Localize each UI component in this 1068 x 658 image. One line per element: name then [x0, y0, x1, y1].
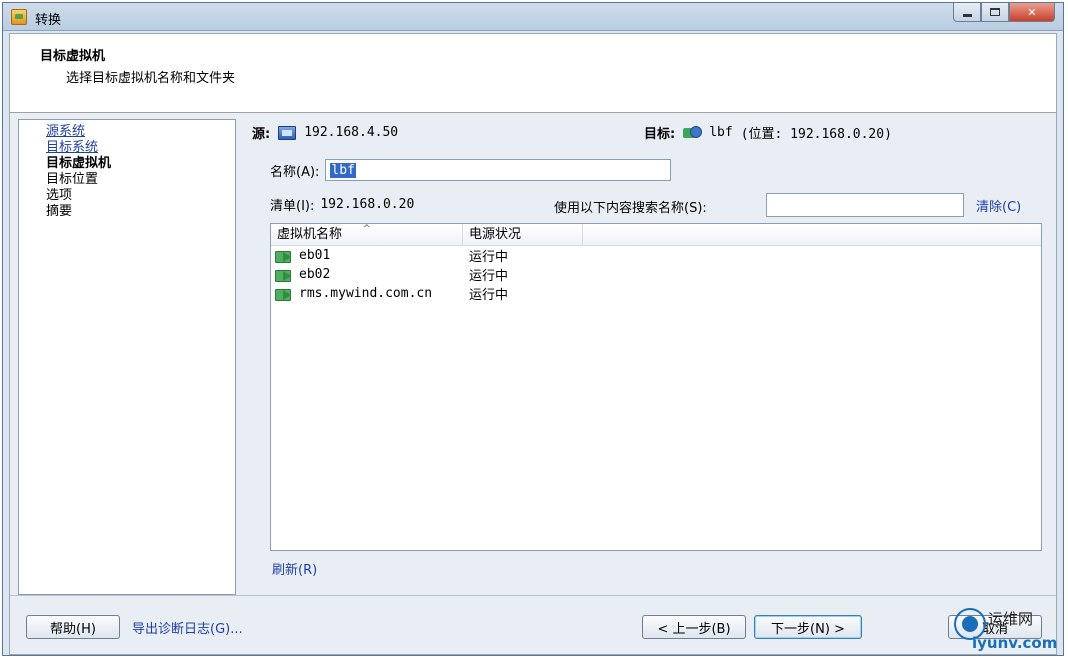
vm-name-input[interactable]: lbf	[325, 159, 672, 181]
vm-name-cell: eb02	[271, 267, 463, 282]
close-icon: ✕	[1027, 5, 1037, 19]
watermark-text-cn: 运维网	[988, 610, 1034, 628]
vm-host-icon	[683, 125, 703, 140]
vm-name-value: lbf	[330, 162, 356, 178]
target-info: 目标: lbf (位置: 192.168.0.20)	[644, 123, 892, 142]
vm-table-header: 虚拟机名称 ^ 电源状况	[271, 224, 1041, 246]
nav-step-summary: 摘要	[46, 204, 73, 219]
power-state-cell: 运行中	[469, 288, 509, 303]
vm-name-text: eb02	[299, 267, 331, 282]
inventory-label: 清单(I):	[270, 199, 315, 214]
source-info: 源: 192.168.4.50	[252, 123, 398, 142]
search-label: 使用以下内容搜索名称(S):	[554, 201, 707, 216]
wizard-footer: 帮助(H) 导出诊断日志(G)... < 上一步(B) 下一步(N) > 取消	[9, 595, 1057, 655]
source-address: 192.168.4.50	[304, 125, 399, 140]
vm-name-cell: eb01	[271, 248, 463, 263]
converter-window: 转换 ✕ 目标虚拟机 选择目标虚拟机名称和文件夹 源系统 目标系统 目标虚拟机 …	[2, 2, 1064, 656]
nav-step-options: 选项	[46, 188, 73, 203]
target-location: (位置: 192.168.0.20)	[740, 127, 892, 142]
table-row[interactable]: rms.mywind.com.cn 运行中	[271, 284, 1041, 303]
nav-step-target-vm: 目标虚拟机	[46, 156, 112, 171]
vm-name-cell: rms.mywind.com.cn	[271, 286, 463, 301]
watermark-text-en: iyunv.com	[972, 634, 1058, 652]
power-state-cell: 运行中	[469, 269, 509, 284]
back-button[interactable]: < 上一步(B)	[642, 615, 746, 639]
vm-list-table: 虚拟机名称 ^ 电源状况 eb01 运行中 eb02 运行中 rms.mywin…	[270, 223, 1042, 551]
vm-running-icon	[275, 268, 293, 282]
table-row[interactable]: eb02 运行中	[271, 265, 1041, 284]
window-controls: ✕	[953, 3, 1055, 23]
wizard-body: 源系统 目标系统 目标虚拟机 目标位置 选项 摘要 源: 192.168.4.5…	[9, 113, 1057, 595]
power-state-cell: 运行中	[469, 250, 509, 265]
vm-name-label: 名称(A):	[270, 164, 320, 180]
computer-icon	[278, 125, 297, 140]
sort-ascending-icon: ^	[363, 224, 371, 234]
nav-step-target-location: 目标位置	[46, 172, 99, 187]
clear-search-link[interactable]: 清除(C)	[976, 196, 1021, 215]
minimize-icon	[962, 13, 972, 17]
page-title: 目标虚拟机	[40, 49, 106, 64]
source-label: 源:	[252, 127, 271, 142]
inventory-row: 清单(I): 192.168.0.20	[270, 195, 414, 214]
nav-step-source-system[interactable]: 源系统	[46, 124, 235, 140]
search-input[interactable]	[766, 193, 964, 217]
vm-name-row: 名称(A): lbf	[270, 159, 672, 181]
column-header-vm-name[interactable]: 虚拟机名称 ^	[271, 224, 463, 246]
main-panel: 源: 192.168.4.50 目标: lbf (位置: 192.168.0.2…	[236, 113, 1058, 595]
table-row[interactable]: eb01 运行中	[271, 246, 1041, 265]
app-icon	[11, 9, 27, 25]
next-button[interactable]: 下一步(N) >	[754, 615, 862, 639]
window-title: 转换	[35, 13, 62, 28]
vm-name-text: rms.mywind.com.cn	[299, 286, 433, 301]
title-bar[interactable]: 转换 ✕	[3, 3, 1063, 31]
wizard-header: 目标虚拟机 选择目标虚拟机名称和文件夹	[9, 33, 1057, 113]
target-label: 目标:	[644, 127, 676, 142]
target-name: lbf	[709, 125, 733, 140]
inventory-value: 192.168.0.20	[320, 197, 415, 212]
maximize-button[interactable]	[981, 3, 1009, 22]
export-diagnostic-log-link[interactable]: 导出诊断日志(G)...	[132, 618, 243, 637]
column-header-power-state[interactable]: 电源状况	[463, 224, 583, 246]
wizard-steps-nav: 源系统 目标系统 目标虚拟机 目标位置 选项 摘要	[18, 119, 236, 595]
column-header-vm-name-label: 虚拟机名称	[277, 227, 343, 242]
vm-running-icon	[275, 287, 293, 301]
page-subtitle: 选择目标虚拟机名称和文件夹	[66, 71, 236, 86]
vm-running-icon	[275, 249, 293, 263]
maximize-icon	[990, 8, 1000, 16]
refresh-link[interactable]: 刷新(R)	[272, 559, 317, 578]
nav-step-target-system[interactable]: 目标系统	[46, 140, 235, 156]
close-button[interactable]: ✕	[1009, 3, 1055, 22]
watermark: 运维网 iyunv.com	[944, 602, 1062, 654]
help-button[interactable]: 帮助(H)	[26, 615, 120, 639]
vm-name-text: eb01	[299, 248, 331, 263]
minimize-button[interactable]	[953, 3, 981, 22]
